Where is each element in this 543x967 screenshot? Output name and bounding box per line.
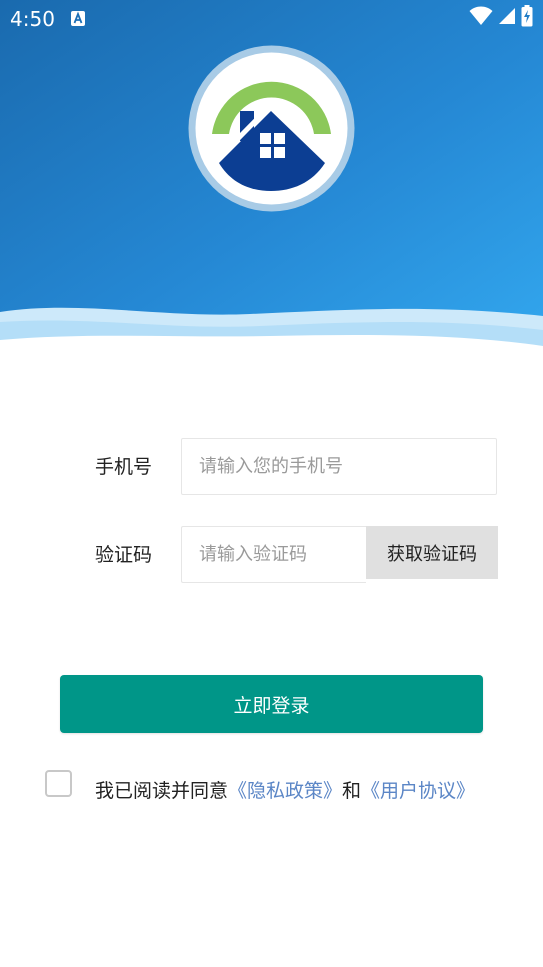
code-label: 验证码 xyxy=(95,544,153,566)
status-bar: 4:50 xyxy=(0,0,543,38)
code-row: 验证码 获取验证码 xyxy=(0,526,543,583)
cell-signal-icon xyxy=(498,7,516,29)
terms-link[interactable]: 《用户协议》 xyxy=(361,780,475,802)
wifi-icon xyxy=(469,6,493,30)
status-time: 4:50 xyxy=(10,7,55,31)
agree-checkbox[interactable] xyxy=(45,770,72,797)
agreement-prefix: 我已阅读并同意 xyxy=(95,780,229,802)
battery-charging-icon xyxy=(521,5,533,31)
a-letter-icon xyxy=(71,11,85,26)
phone-row: 手机号 xyxy=(0,438,543,495)
code-input[interactable] xyxy=(181,526,366,583)
login-screen: 4:50 手机号 请输入您的手机号 验证码 请输入验证码 获取验证码 立即登录 … xyxy=(0,0,543,967)
privacy-policy-link[interactable]: 《隐私政策》 xyxy=(228,780,342,802)
login-button[interactable]: 立即登录 xyxy=(60,675,483,733)
phone-label: 手机号 xyxy=(95,456,153,478)
get-code-button[interactable]: 获取验证码 xyxy=(366,526,498,579)
house-logo-icon xyxy=(188,45,355,212)
status-icons xyxy=(469,5,533,31)
agreement-conjunction: 和 xyxy=(342,780,362,802)
agreement-text: 我已阅读并同意《隐私政策》和《用户协议》 xyxy=(95,765,490,817)
phone-input[interactable] xyxy=(181,438,497,495)
